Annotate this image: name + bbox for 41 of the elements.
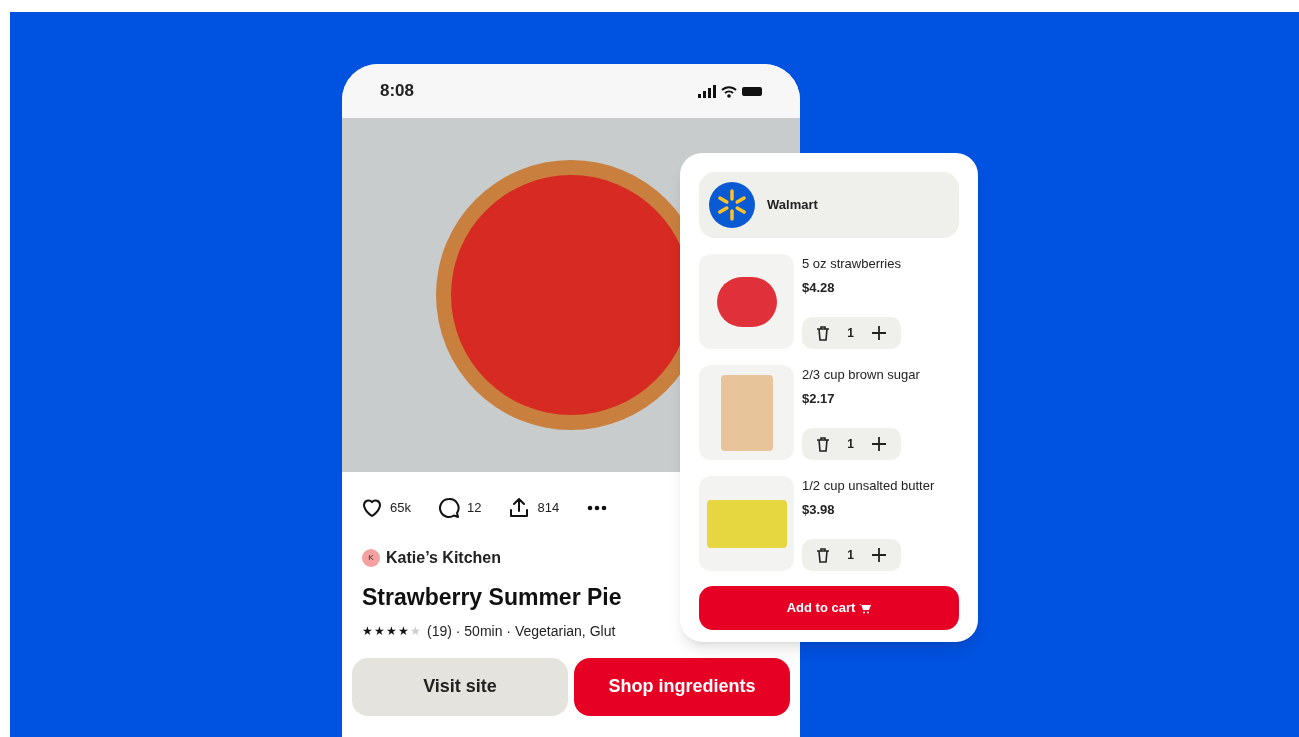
store-name: Walmart bbox=[767, 196, 818, 215]
action-count: 814 bbox=[537, 499, 560, 518]
author-name[interactable]: Katie’s Kitchen bbox=[386, 546, 501, 570]
wifi-icon bbox=[721, 84, 737, 98]
add-to-cart-button[interactable]: Add to cart bbox=[699, 586, 959, 630]
star-icon: ★ bbox=[362, 622, 373, 640]
plus-icon[interactable] bbox=[870, 325, 887, 341]
action-count: 65k bbox=[390, 499, 411, 518]
quantity-value: 1 bbox=[847, 325, 854, 342]
item-name: 1/2 cup unsalted butter bbox=[802, 477, 935, 495]
heart-icon[interactable] bbox=[360, 496, 384, 520]
item-name: 5 oz strawberries bbox=[802, 255, 901, 273]
store-logo-icon bbox=[709, 182, 755, 228]
star-icon: ★ bbox=[386, 622, 397, 640]
star-icon: ★ bbox=[398, 622, 409, 640]
trash-icon[interactable] bbox=[816, 436, 831, 452]
plus-icon[interactable] bbox=[870, 436, 887, 452]
item-price: $4.28 bbox=[802, 278, 836, 297]
action-count: 12 bbox=[466, 499, 482, 518]
pin-meta: (19) · 50min · Vegetarian, Glut bbox=[427, 621, 616, 641]
item-price: $2.17 bbox=[802, 389, 836, 408]
item-name: 2/3 cup brown sugar bbox=[802, 366, 920, 384]
trash-icon[interactable] bbox=[816, 547, 831, 563]
shop-button[interactable]: Shop ingredients bbox=[574, 657, 790, 716]
store-header[interactable]: Walmart bbox=[699, 172, 959, 238]
status-time: 8:08 bbox=[380, 80, 415, 103]
quantity-value: 1 bbox=[847, 547, 854, 564]
signal-icon bbox=[698, 84, 716, 98]
item-price: $3.98 bbox=[802, 500, 836, 519]
cart-icon bbox=[859, 602, 872, 614]
star-icon: ★ bbox=[410, 622, 421, 640]
quantity-value: 1 bbox=[847, 436, 854, 453]
product-photo-placeholder bbox=[716, 276, 777, 327]
plus-icon[interactable] bbox=[870, 547, 887, 563]
battery-icon bbox=[742, 86, 762, 96]
star-icon: ★ bbox=[374, 622, 385, 640]
pin-title: Strawberry Summer Pie bbox=[362, 583, 622, 612]
author-avatar[interactable]: K bbox=[362, 549, 380, 567]
trash-icon[interactable] bbox=[816, 325, 831, 341]
visit-button[interactable]: Visit site bbox=[352, 657, 568, 716]
speech-bubble-icon[interactable] bbox=[436, 496, 461, 520]
